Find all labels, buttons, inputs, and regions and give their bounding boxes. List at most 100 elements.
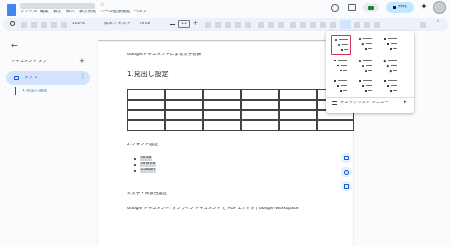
paint-format-icon[interactable]: [61, 22, 67, 28]
clear-format-icon[interactable]: [374, 22, 380, 28]
table-cell[interactable]: [279, 110, 317, 120]
table-cell[interactable]: [165, 120, 203, 131]
table-cell[interactable]: [279, 100, 317, 110]
spellcheck-icon[interactable]: [51, 22, 57, 28]
table-cell[interactable]: [241, 100, 279, 110]
bullet-style-option[interactable]: [381, 77, 401, 97]
back-arrow-icon[interactable]: ←: [11, 42, 18, 50]
numbered-list-icon[interactable]: [330, 22, 336, 28]
document-title[interactable]: [20, 3, 95, 9]
align-icon[interactable]: [290, 22, 296, 28]
share-button[interactable]: 共有: [386, 2, 414, 13]
bullet-style-option[interactable]: [381, 35, 401, 55]
float-suggest-button[interactable]: [341, 181, 351, 191]
decrease-font-icon[interactable]: [170, 24, 175, 25]
bulleted-list-icon[interactable]: [320, 22, 326, 28]
float-emoji-button[interactable]: [341, 167, 351, 177]
search-menus-icon[interactable]: [10, 21, 15, 26]
table-cell[interactable]: [203, 120, 241, 131]
table-cell[interactable]: [203, 110, 241, 120]
bullet-line: [343, 90, 347, 91]
menu-insert[interactable]: 挿入: [66, 10, 75, 14]
font-size-input[interactable]: 11: [178, 20, 190, 28]
bullet-style-option[interactable]: [331, 57, 351, 77]
undo-icon[interactable]: [21, 22, 27, 28]
text-color-icon[interactable]: [235, 22, 241, 28]
highlight-icon[interactable]: [245, 22, 251, 28]
history-icon[interactable]: [331, 4, 339, 12]
avatar[interactable]: [433, 1, 446, 14]
table-cell[interactable]: [241, 120, 279, 131]
table-cell[interactable]: [279, 89, 317, 100]
table-cell[interactable]: [203, 100, 241, 110]
float-add-comment-button[interactable]: [341, 153, 351, 163]
checklist-menu-label: チェックリスト メニュー: [340, 101, 389, 105]
line-spacing-icon[interactable]: [300, 22, 306, 28]
menu-view[interactable]: 表示: [53, 10, 62, 14]
italic-icon[interactable]: [215, 22, 221, 28]
bullet-line: [366, 43, 372, 44]
horizontal-ruler[interactable]: [98, 36, 353, 41]
redo-icon[interactable]: [31, 22, 37, 28]
table-cell[interactable]: [317, 120, 354, 131]
table-cell[interactable]: [165, 100, 203, 110]
doc-table[interactable]: [127, 89, 354, 131]
table-cell[interactable]: [241, 110, 279, 120]
comment-icon[interactable]: [348, 4, 356, 11]
bullet-style-option[interactable]: [331, 77, 351, 97]
add-tab-button[interactable]: +: [79, 58, 85, 65]
zoom-select[interactable]: 100%: [72, 22, 85, 27]
more-icon[interactable]: ⋮: [80, 74, 86, 80]
bullet-line: [388, 38, 397, 39]
bullet-line: [363, 60, 372, 61]
increase-indent-icon[interactable]: [364, 22, 370, 28]
table-cell[interactable]: [127, 120, 165, 131]
menu-edit[interactable]: 編集: [40, 10, 49, 14]
star-icon[interactable]: ☆: [100, 3, 104, 8]
underline-icon[interactable]: [225, 22, 231, 28]
checklist-icon[interactable]: [310, 22, 316, 28]
bullet-style-option-selected[interactable]: [331, 35, 351, 55]
bullet-style-option[interactable]: [356, 57, 376, 77]
menu-tools[interactable]: ツール: [100, 10, 113, 14]
menu-help[interactable]: ヘルプ: [134, 10, 147, 14]
editing-mode-icon[interactable]: [420, 22, 426, 28]
bullet-glyph: [383, 59, 386, 62]
bulleted-list-dropdown[interactable]: [340, 20, 351, 29]
insert-image-icon[interactable]: [278, 22, 284, 28]
bullet-line: [338, 80, 347, 81]
panel-divider: [326, 97, 414, 98]
bullet-style-option[interactable]: [381, 57, 401, 77]
link-icon[interactable]: [258, 22, 264, 28]
menu-file[interactable]: ファイル: [20, 10, 37, 14]
outline-item-heading1[interactable]: 1.見出し設定: [22, 89, 48, 93]
font-select[interactable]: Arial: [140, 22, 150, 27]
collapse-toolbar-icon[interactable]: ⌃: [436, 21, 440, 26]
style-select[interactable]: 標準テキスト: [104, 22, 131, 27]
menu-format[interactable]: 表示形式: [79, 10, 96, 14]
add-comment-icon[interactable]: [268, 22, 274, 28]
tab-icon: [14, 76, 19, 80]
print-icon[interactable]: [41, 22, 47, 28]
increase-font-icon[interactable]: +: [193, 21, 198, 27]
table-cell[interactable]: [127, 89, 165, 100]
menu-extensions[interactable]: 拡張機能: [113, 10, 130, 14]
table-cell[interactable]: [241, 89, 279, 100]
table-cell[interactable]: [127, 100, 165, 110]
docs-logo[interactable]: [7, 4, 16, 16]
bullet-glyph: [334, 80, 336, 82]
bullet-style-option[interactable]: [356, 77, 376, 97]
table-cell[interactable]: [279, 120, 317, 131]
bullet-line: [391, 85, 397, 86]
table-cell[interactable]: [127, 110, 165, 120]
bullet-style-option[interactable]: [356, 35, 376, 55]
gemini-icon[interactable]: ✦: [420, 3, 428, 11]
table-cell[interactable]: [203, 89, 241, 100]
table-cell[interactable]: [165, 110, 203, 120]
decrease-indent-icon[interactable]: [354, 22, 360, 28]
table-cell[interactable]: [165, 89, 203, 100]
meet-button[interactable]: [363, 3, 379, 12]
bullet-glyph: [386, 64, 389, 67]
bold-icon[interactable]: [205, 22, 211, 28]
bullet-glyph: [358, 37, 362, 41]
